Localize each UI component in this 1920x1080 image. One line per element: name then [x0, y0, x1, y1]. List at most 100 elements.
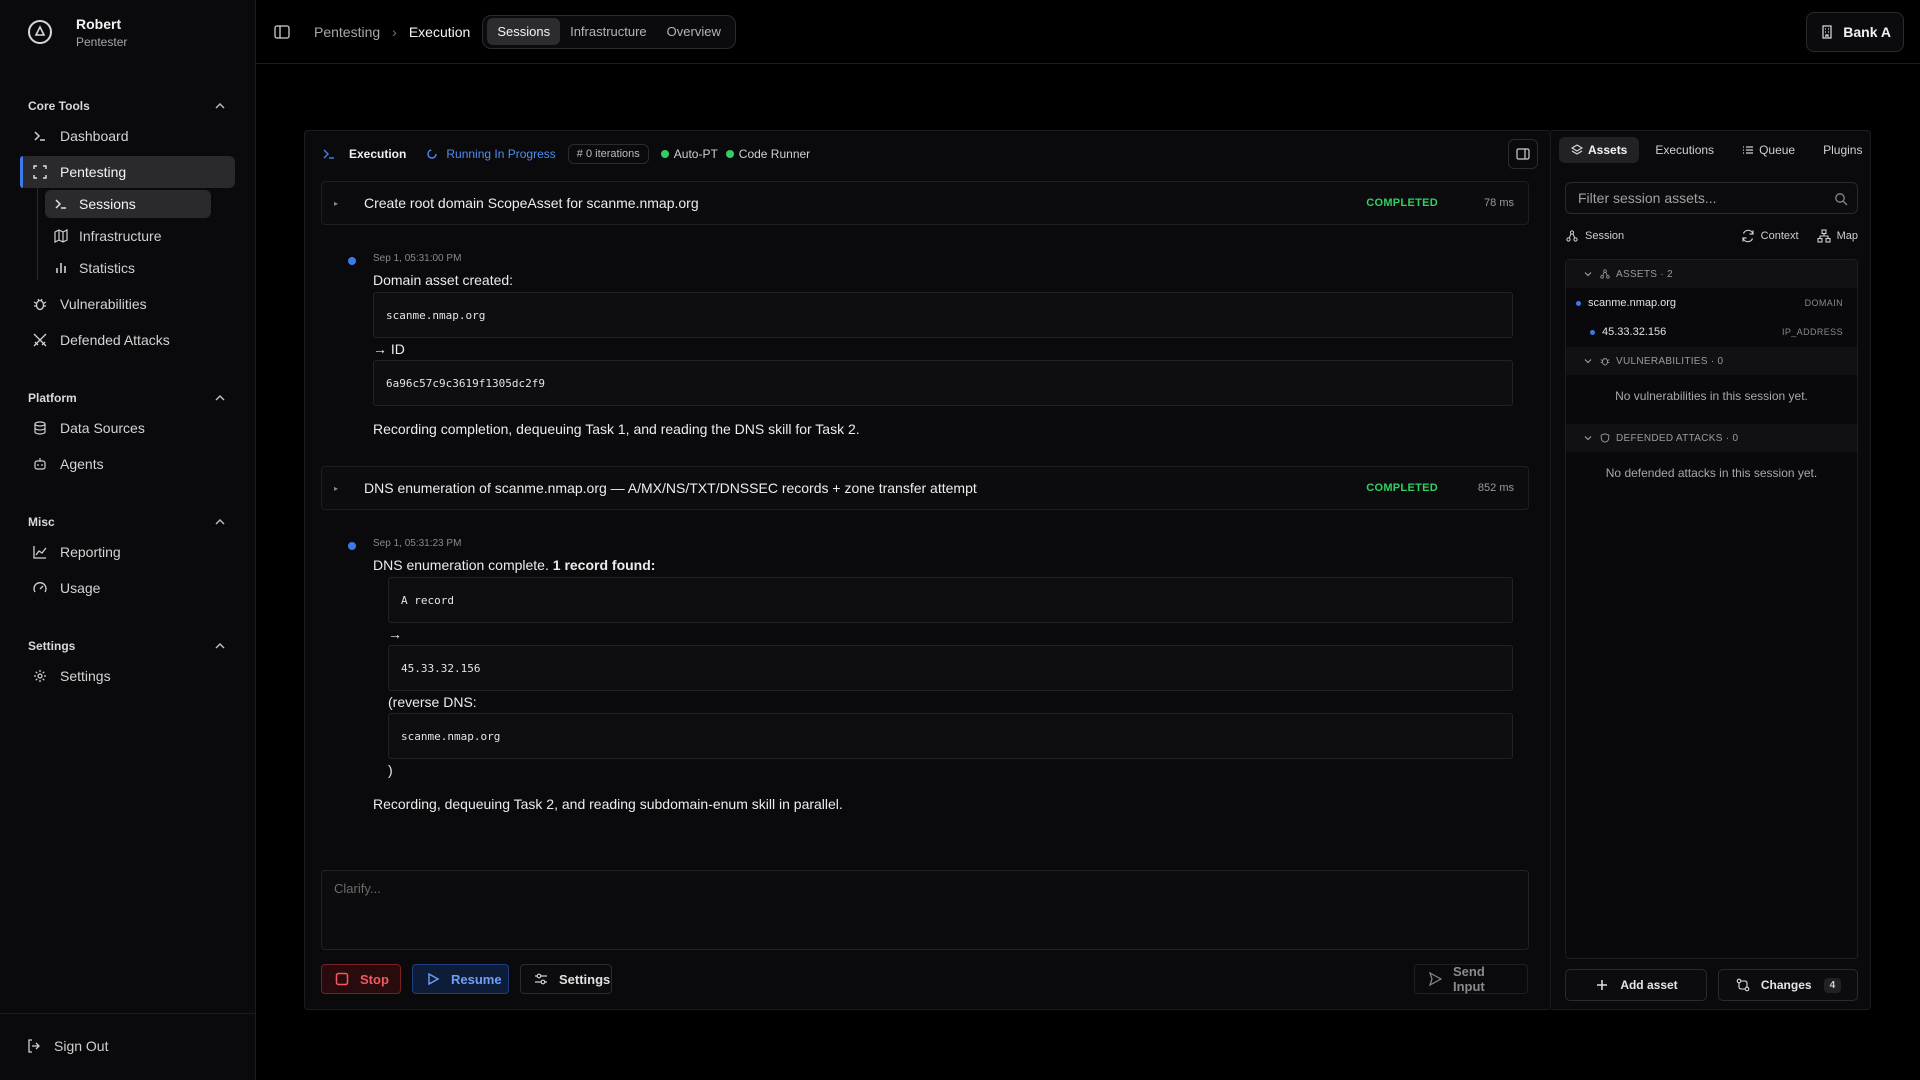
- assets-toolbar: Session Context Map: [1565, 227, 1858, 245]
- filter-assets-field[interactable]: [1565, 182, 1858, 214]
- sign-out-button[interactable]: Sign Out: [26, 1038, 108, 1054]
- code-block: scanme.nmap.org: [373, 292, 1513, 338]
- map-icon: [53, 228, 69, 244]
- tab-overview[interactable]: Overview: [657, 18, 731, 45]
- section-defended-attacks-header[interactable]: DEFENDED ATTACKS · 0: [1566, 424, 1857, 452]
- sidebar-item-dashboard[interactable]: Dashboard: [20, 120, 235, 152]
- add-asset-label: Add asset: [1620, 978, 1678, 992]
- user-profile[interactable]: Robert Pentester: [0, 0, 256, 64]
- code-block: 45.33.32.156: [388, 645, 1513, 691]
- sidebar-item-label: Sessions: [79, 196, 136, 212]
- play-icon: [425, 971, 441, 987]
- execution-title: Execution: [349, 147, 407, 161]
- sidebar-item-reporting[interactable]: Reporting: [20, 536, 235, 568]
- gauge-icon: [32, 580, 48, 596]
- changes-label: Changes: [1760, 978, 1812, 992]
- group-core-tools[interactable]: Core Tools: [28, 98, 228, 114]
- sidebar-item-data-sources[interactable]: Data Sources: [20, 412, 235, 444]
- group-settings[interactable]: Settings: [28, 638, 228, 654]
- tab-infrastructure[interactable]: Infrastructure: [560, 18, 657, 45]
- task-title: Create root domain ScopeAsset for scanme…: [364, 195, 699, 211]
- send-icon: [1427, 971, 1443, 987]
- resume-button[interactable]: Resume: [412, 964, 509, 994]
- assets-tree: ASSETS · 2 scanme.nmap.org DOMAIN 45.33.…: [1565, 259, 1858, 959]
- breadcrumb: Pentesting › Execution: [314, 24, 470, 40]
- sidebar-item-defended-attacks[interactable]: Defended Attacks: [20, 324, 235, 356]
- changes-button[interactable]: Changes 4: [1718, 969, 1858, 1001]
- message-bullet: [348, 257, 356, 265]
- plus-icon: [1594, 977, 1610, 993]
- map-label: Map: [1836, 230, 1858, 242]
- database-icon: [32, 420, 48, 436]
- message-text: → ID: [373, 341, 405, 357]
- group-misc[interactable]: Misc: [28, 514, 228, 530]
- clarify-input-box[interactable]: [321, 870, 1529, 950]
- section-vulnerabilities-header[interactable]: VULNERABILITIES · 0: [1566, 347, 1857, 375]
- clarify-input[interactable]: [334, 881, 1420, 896]
- execution-header: Execution Running In Progress # 0 iterat…: [321, 131, 1550, 177]
- map-button[interactable]: Map: [1817, 229, 1858, 243]
- assets-panel-tabs: Assets Executions Queue Plugins: [1559, 135, 1862, 165]
- line-chart-icon: [32, 544, 48, 560]
- changes-count-badge: 4: [1823, 977, 1842, 993]
- tab-executions[interactable]: Executions: [1643, 137, 1726, 163]
- sidebar-subitem-infrastructure[interactable]: Infrastructure: [45, 222, 211, 250]
- toggle-side-panel-button[interactable]: [1508, 139, 1538, 169]
- execution-settings-button[interactable]: Settings: [520, 964, 612, 994]
- task-state: COMPLETED: [1366, 482, 1438, 494]
- send-input-button[interactable]: Send Input: [1414, 964, 1528, 994]
- task-row[interactable]: ▸ DNS enumeration of scanme.nmap.org — A…: [321, 466, 1529, 510]
- robot-icon: [32, 456, 48, 472]
- context-button[interactable]: Context: [1741, 229, 1799, 243]
- user-role: Pentester: [76, 34, 128, 49]
- sidebar-item-usage[interactable]: Usage: [20, 572, 235, 604]
- group-title: Misc: [28, 515, 55, 529]
- settings-label: Settings: [559, 971, 611, 987]
- stop-icon: [334, 971, 350, 987]
- sidebar-subitem-statistics[interactable]: Statistics: [45, 254, 211, 282]
- chevron-up-icon: [212, 98, 228, 114]
- asset-kind: IP_ADDRESS: [1781, 327, 1843, 337]
- sidebar: Robert Pentester Core Tools Dashboard Pe…: [0, 0, 256, 1080]
- group-platform[interactable]: Platform: [28, 390, 228, 406]
- sidebar-item-agents[interactable]: Agents: [20, 448, 235, 480]
- layers-icon: [1571, 144, 1583, 156]
- tab-assets[interactable]: Assets: [1559, 137, 1640, 163]
- task-row[interactable]: ▸ Create root domain ScopeAsset for scan…: [321, 181, 1529, 225]
- tab-plugins[interactable]: Plugins: [1811, 137, 1874, 163]
- sidebar-item-pentesting[interactable]: Pentesting: [20, 156, 235, 188]
- log-out-icon: [26, 1038, 42, 1054]
- sidebar-subitem-sessions[interactable]: Sessions: [45, 190, 211, 218]
- app-logo-icon: [28, 20, 52, 44]
- stop-button[interactable]: Stop: [321, 964, 401, 994]
- session-scope-button[interactable]: Session: [1565, 229, 1624, 243]
- tab-sessions[interactable]: Sessions: [487, 18, 561, 45]
- gear-icon: [32, 668, 48, 684]
- top-bar: Pentesting › Execution Sessions Infrastr…: [256, 0, 1920, 64]
- message-bullet: [348, 542, 356, 550]
- session-label: Session: [1585, 230, 1625, 242]
- tab-queue[interactable]: Queue: [1730, 137, 1807, 163]
- sidebar-item-label: Agents: [60, 456, 104, 472]
- asset-item[interactable]: 45.33.32.156 IP_ADDRESS: [1566, 318, 1857, 346]
- add-asset-button[interactable]: Add asset: [1565, 969, 1707, 1001]
- sidebar-item-settings[interactable]: Settings: [20, 660, 235, 692]
- org-switcher-button[interactable]: Bank A: [1806, 12, 1904, 52]
- status-text: Running In Progress: [446, 147, 556, 161]
- sidebar-item-vulnerabilities[interactable]: Vulnerabilities: [20, 288, 235, 320]
- bug-icon: [1599, 356, 1610, 367]
- flag-label: Code Runner: [738, 147, 811, 161]
- scan-icon: [32, 164, 48, 180]
- sidebar-item-label: Vulnerabilities: [60, 296, 147, 312]
- sidebar-toggle-icon[interactable]: [274, 24, 290, 40]
- vulnerabilities-empty-state: No vulnerabilities in this session yet.: [1615, 389, 1808, 403]
- asset-item[interactable]: scanme.nmap.org DOMAIN: [1566, 289, 1857, 317]
- panel-right-icon: [1515, 146, 1531, 162]
- iterations-badge: # 0 iterations: [567, 144, 649, 164]
- breadcrumb-root[interactable]: Pentesting: [314, 24, 380, 40]
- top-tabs: Sessions Infrastructure Overview: [482, 14, 736, 49]
- section-assets-header[interactable]: ASSETS · 2: [1566, 260, 1857, 288]
- filter-assets-input[interactable]: [1578, 190, 1818, 206]
- asset-name: 45.33.32.156: [1602, 326, 1667, 338]
- list-icon: [1742, 144, 1754, 156]
